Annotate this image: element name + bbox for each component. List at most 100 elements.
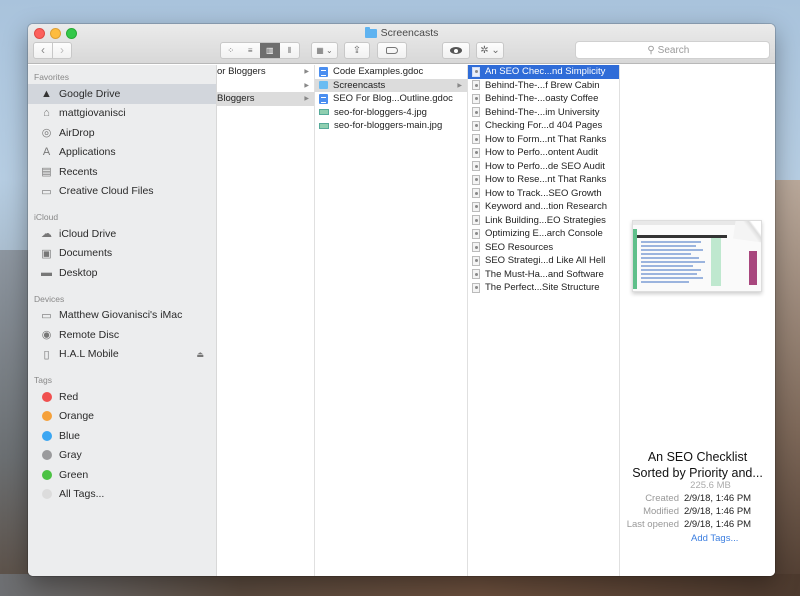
sidebar-item-creative-cloud-files[interactable]: ▭ Creative Cloud Files [28, 182, 216, 202]
row-label: or Bloggers [217, 66, 266, 78]
row-label: How to Rese...nt That Ranks [485, 174, 607, 186]
sidebar-item-applications[interactable]: A Applications [28, 143, 216, 163]
row-label: Link Building...EO Strategies [485, 214, 606, 226]
row-label: How to Track...SEO Growth [485, 187, 602, 199]
file-row[interactable]: An SEO Chec...nd Simplicity [468, 65, 619, 79]
sidebar-item-airdrop[interactable]: ◎ AirDrop [28, 123, 216, 143]
forward-button[interactable]: › [52, 43, 71, 58]
preview-name-line2: Sorted by Priority and... [632, 466, 763, 480]
sidebar-item-icloud-drive[interactable]: ☁ iCloud Drive [28, 224, 216, 244]
file-thumbnail[interactable] [632, 220, 762, 292]
sidebar-item-label: Creative Cloud Files [59, 185, 154, 198]
document-icon [472, 188, 480, 199]
sidebar-item-imac[interactable]: ▭ Matthew Giovanisci's iMac [28, 306, 216, 326]
file-row[interactable]: How to Track...SEO Growth [468, 187, 619, 201]
document-icon [472, 282, 480, 293]
list-view-button[interactable]: ≡ [241, 43, 261, 58]
document-icon [472, 147, 480, 158]
sidebar-tag-all-tags[interactable]: All Tags... [28, 485, 216, 505]
sidebar-tag-orange[interactable]: Orange [28, 407, 216, 427]
column-view-button[interactable]: ▥ [260, 43, 280, 58]
row-label: seo-for-bloggers-4.jpg [334, 106, 427, 118]
desktop-icon: ▬ [41, 266, 52, 279]
file-row[interactable]: Checking For...d 404 Pages [468, 119, 619, 133]
file-row[interactable]: How to Perfo...de SEO Audit [468, 160, 619, 174]
row-label: SEO For Blog...Outline.gdoc [333, 93, 453, 105]
file-row[interactable]: How to Form...nt That Ranks [468, 133, 619, 147]
folder-row[interactable]: SEO For Blog...Outline.gdoc [315, 92, 467, 106]
airdrop-icon: ◎ [41, 127, 52, 140]
folder-row[interactable]: Screencasts ▶ [315, 78, 467, 92]
folder-row[interactable]: Code Examples.gdoc [315, 65, 467, 79]
file-row[interactable]: Behind-The-...oasty Coffee [468, 92, 619, 106]
folder-row[interactable]: Bloggers ▶ [217, 92, 314, 106]
sidebar-item-remote-disc[interactable]: ◉ Remote Disc [28, 325, 216, 345]
document-icon [472, 174, 480, 185]
sidebar-item-hal-mobile[interactable]: ▯ H.A.L Mobile ⏏ [28, 345, 216, 365]
sidebar-tag-gray[interactable]: Gray [28, 446, 216, 466]
sidebar-item-label: mattgiovanisci [59, 107, 126, 120]
sidebar-item-google-drive[interactable]: ▲ Google Drive [28, 84, 216, 104]
google-drive-icon: ▲ [41, 87, 52, 100]
folder-row[interactable]: seo-for-bloggers-main.jpg [315, 119, 467, 133]
share-button[interactable]: ⇪ [344, 42, 370, 59]
imac-icon: ▭ [41, 309, 52, 322]
sidebar-item-recents[interactable]: ▤ Recents [28, 162, 216, 182]
row-label: Behind-The-...im University [485, 106, 600, 118]
file-row[interactable]: Behind-The-...im University [468, 106, 619, 120]
sidebar-tag-red[interactable]: Red [28, 387, 216, 407]
edit-tags-button[interactable] [377, 42, 407, 59]
file-row[interactable]: The Perfect...Site Structure [468, 281, 619, 295]
row-label: The Perfect...Site Structure [485, 282, 600, 294]
meta-key: Modified [643, 506, 679, 517]
tag-color-dot-icon [42, 411, 52, 422]
file-row[interactable]: How to Rese...nt That Ranks [468, 173, 619, 187]
file-row[interactable]: SEO Strategi...d Like All Hell [468, 254, 619, 268]
sidebar-item-label: Documents [59, 247, 113, 260]
file-row[interactable]: SEO Resources [468, 241, 619, 255]
document-icon [472, 120, 480, 131]
file-row[interactable]: Keyword and...tion Research [468, 200, 619, 214]
back-button[interactable]: ‹ [34, 43, 52, 58]
meta-value: 2/9/18, 1:46 PM [684, 493, 752, 504]
sidebar-item-desktop[interactable]: ▬ Desktop [28, 263, 216, 283]
cover-flow-view-button[interactable]: ⫴ [280, 43, 300, 58]
file-row[interactable]: How to Perfo...ontent Audit [468, 146, 619, 160]
row-label: How to Perfo...ontent Audit [485, 147, 599, 159]
sidebar-item-home[interactable]: ⌂ mattgiovanisci [28, 104, 216, 124]
sidebar-item-label: Desktop [59, 266, 98, 279]
folder-row[interactable]: seo-for-bloggers-4.jpg [315, 106, 467, 120]
preview-name-line1: An SEO Checklist [647, 450, 748, 464]
eject-icon[interactable]: ⏏ [196, 350, 204, 359]
meta-value: 2/9/18, 1:46 PM [684, 519, 752, 530]
home-icon: ⌂ [43, 107, 50, 120]
action-button[interactable]: ✲ ⌄ [476, 42, 504, 59]
disclosure-arrow-icon: ▶ [304, 96, 309, 103]
finder-window: Screencasts ‹ › ⁘ ≡ ▥ ⫴ ▦ ⌄ ⇪ ✲ ⌄ ⚲ Sear… [28, 24, 775, 576]
arrange-button[interactable]: ▦ ⌄ [311, 42, 338, 59]
meta-value: 2/9/18, 1:46 PM [684, 506, 752, 517]
file-row[interactable]: Link Building...EO Strategies [468, 214, 619, 228]
row-label: Behind-The-...oasty Coffee [485, 93, 599, 105]
sidebar-item-documents[interactable]: ▣ Documents [28, 244, 216, 264]
file-row[interactable]: Behind-The-...f Brew Cabin [468, 79, 619, 93]
eye-icon [450, 47, 462, 54]
folder-icon [319, 81, 328, 90]
row-label: SEO Strategi...d Like All Hell [485, 255, 606, 267]
search-field[interactable]: ⚲ [575, 41, 770, 59]
meta-last-opened: Last opened 2/9/18, 1:46 PM [620, 519, 775, 532]
sidebar-tag-blue[interactable]: Blue [28, 426, 216, 446]
row-label: Optimizing E...arch Console [485, 228, 603, 240]
folder-row[interactable]: or Bloggers ▶ [217, 65, 314, 79]
search-input[interactable] [657, 44, 698, 56]
add-tags-link[interactable]: Add Tags... [691, 533, 738, 544]
icon-view-button[interactable]: ⁘ [221, 43, 241, 58]
file-row[interactable]: The Must-Ha...and Software [468, 268, 619, 282]
sidebar-item-label: Recents [59, 165, 98, 178]
desktop-wallpaper-ground [0, 574, 800, 596]
disclosure-arrow-icon: ▶ [304, 69, 309, 76]
quick-look-button[interactable] [442, 42, 470, 59]
sidebar-tag-green[interactable]: Green [28, 465, 216, 485]
folder-row[interactable]: ▶ [217, 79, 314, 93]
file-row[interactable]: Optimizing E...arch Console [468, 227, 619, 241]
